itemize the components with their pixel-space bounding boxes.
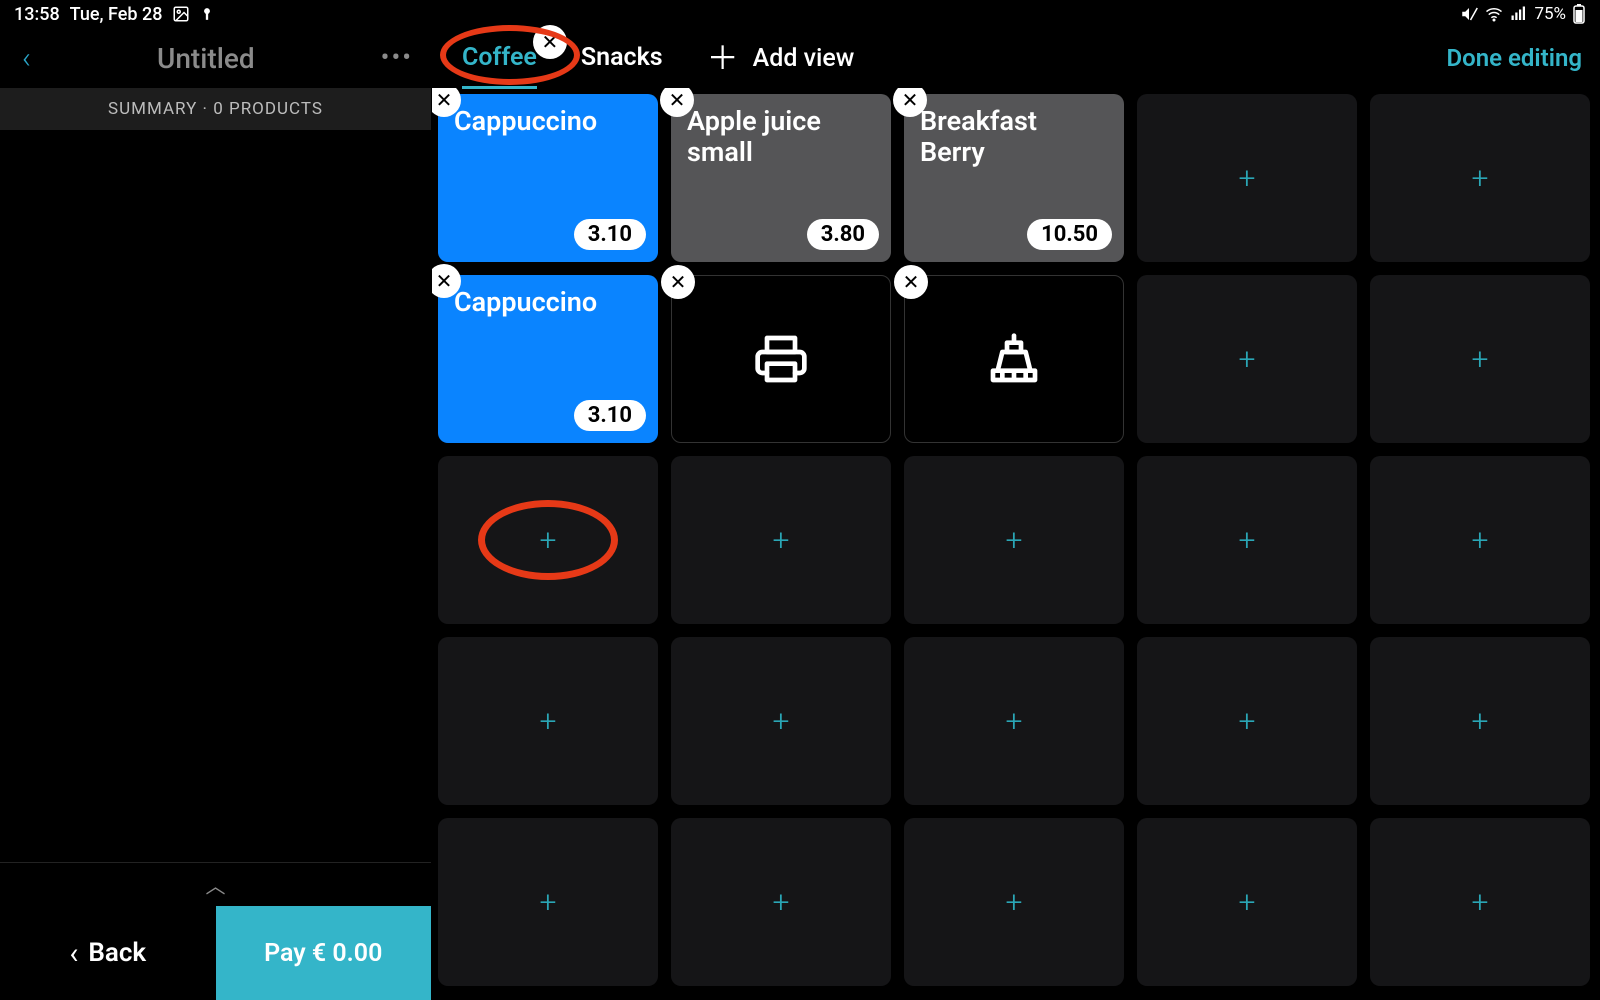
plus-icon: +	[1239, 342, 1256, 377]
status-date: Tue, Feb 28	[70, 4, 163, 25]
plus-icon: +	[773, 885, 790, 920]
tab-label: Coffee	[462, 43, 537, 72]
status-time: 13:58	[14, 4, 60, 25]
register-icon	[986, 331, 1042, 387]
empty-tile[interactable]: +	[1137, 94, 1357, 262]
empty-tile[interactable]: +	[1137, 275, 1357, 443]
product-tile[interactable]: Breakfast Berry10.50✕	[904, 94, 1124, 262]
product-name: Cappuccino	[454, 287, 642, 318]
plus-icon: +	[773, 704, 790, 739]
remove-tile-button[interactable]: ✕	[894, 265, 928, 299]
printer-tile[interactable]: ✕	[671, 275, 891, 443]
add-view-label: Add view	[753, 44, 855, 73]
close-icon: ✕	[436, 269, 453, 293]
sidebar: ‹ Untitled ••• SUMMARY · 0 PRODUCTS ︿ ‹ …	[0, 28, 432, 1000]
product-name: Apple juice small	[687, 106, 875, 168]
plus-icon: +	[1006, 885, 1023, 920]
plus-icon: +	[1472, 523, 1489, 558]
product-price: 3.10	[574, 219, 646, 250]
done-editing-button[interactable]: Done editing	[1446, 44, 1582, 72]
tab-coffee[interactable]: Coffee ✕	[462, 43, 537, 74]
plus-icon: +	[773, 523, 790, 558]
sidebar-back-chevron[interactable]: ‹	[22, 41, 31, 76]
close-icon: ✕	[903, 270, 920, 294]
tab-snacks[interactable]: Snacks	[581, 43, 663, 74]
product-tile[interactable]: Cappuccino3.10✕	[438, 94, 658, 262]
empty-tile[interactable]: +	[1370, 818, 1590, 986]
printer-icon	[753, 331, 809, 387]
chevron-up-icon: ︿	[206, 870, 226, 899]
plus-icon: +	[1472, 342, 1489, 377]
empty-tile[interactable]: +	[904, 818, 1124, 986]
plus-icon: +	[1472, 161, 1489, 196]
back-button-label: Back	[88, 938, 146, 968]
product-tile[interactable]: Apple juice small3.80✕	[671, 94, 891, 262]
empty-tile[interactable]: +	[1370, 456, 1590, 624]
empty-tile[interactable]: +	[671, 456, 891, 624]
empty-tile[interactable]: +	[1370, 94, 1590, 262]
plus-icon: +	[540, 704, 557, 739]
plus-icon: +	[540, 523, 557, 558]
register-tile[interactable]: ✕	[904, 275, 1124, 443]
product-price: 10.50	[1027, 219, 1112, 250]
signal-icon	[1510, 5, 1528, 23]
product-name: Cappuccino	[454, 106, 642, 137]
empty-tile[interactable]: +	[904, 456, 1124, 624]
pay-button[interactable]: Pay € 0.00	[216, 906, 432, 1000]
product-price: 3.10	[574, 400, 646, 431]
close-icon: ✕	[669, 88, 686, 112]
plus-icon: +	[1239, 885, 1256, 920]
tab-label: Snacks	[581, 43, 663, 72]
plus-icon: +	[1006, 704, 1023, 739]
empty-tile[interactable]: +	[671, 637, 891, 805]
sidebar-more-icon[interactable]: •••	[381, 43, 413, 73]
pay-button-label: Pay € 0.00	[264, 939, 382, 968]
done-label: Done editing	[1446, 44, 1582, 72]
wifi-icon	[1484, 5, 1504, 23]
product-price: 3.80	[807, 219, 879, 250]
tabs-row: Coffee ✕ Snacks ＋ Add view Done editing	[432, 28, 1600, 88]
chevron-left-icon: ‹	[69, 936, 78, 971]
close-icon: ✕	[436, 88, 453, 112]
status-bar: 13:58 Tue, Feb 28 75%	[0, 0, 1600, 28]
plus-icon: +	[1472, 885, 1489, 920]
picture-icon	[172, 5, 190, 23]
plus-icon: +	[1472, 704, 1489, 739]
sidebar-title: Untitled	[31, 42, 381, 75]
empty-tile[interactable]: +	[438, 637, 658, 805]
back-button[interactable]: ‹ Back	[0, 906, 216, 1000]
plus-icon: +	[1239, 704, 1256, 739]
key-icon	[200, 5, 214, 23]
plus-icon: +	[1239, 161, 1256, 196]
close-icon: ✕	[902, 88, 919, 112]
mute-icon	[1460, 5, 1478, 23]
plus-icon: +	[1239, 523, 1256, 558]
empty-tile[interactable]: +	[438, 818, 658, 986]
close-icon: ✕	[542, 30, 559, 54]
remove-tile-button[interactable]: ✕	[661, 265, 695, 299]
add-view-button[interactable]: ＋ Add view	[707, 44, 855, 73]
product-grid: Cappuccino 3.10 ✕ Apple juice small 3.80 ✕ Bre…	[438, 94, 1590, 986]
status-battery-text: 75%	[1534, 4, 1566, 24]
summary-bar: SUMMARY · 0 PRODUCTS	[0, 88, 431, 130]
plus-icon: +	[1006, 523, 1023, 558]
tab-close-button[interactable]: ✕	[533, 25, 567, 59]
product-name: Breakfast Berry	[920, 106, 1108, 168]
empty-tile[interactable]: +	[1137, 818, 1357, 986]
empty-tile[interactable]: +	[904, 637, 1124, 805]
plus-icon: +	[540, 885, 557, 920]
battery-icon	[1572, 4, 1586, 24]
empty-tile[interactable]: +	[1137, 456, 1357, 624]
close-icon: ✕	[670, 270, 687, 294]
sidebar-collapse-toggle[interactable]: ︿	[0, 862, 431, 906]
empty-tile[interactable]: +	[1137, 637, 1357, 805]
empty-tile[interactable]: +	[671, 818, 891, 986]
empty-tile[interactable]: +	[1370, 275, 1590, 443]
empty-tile[interactable]: +	[438, 456, 658, 624]
product-tile[interactable]: Cappuccino3.10✕	[438, 275, 658, 443]
empty-tile[interactable]: +	[1370, 637, 1590, 805]
